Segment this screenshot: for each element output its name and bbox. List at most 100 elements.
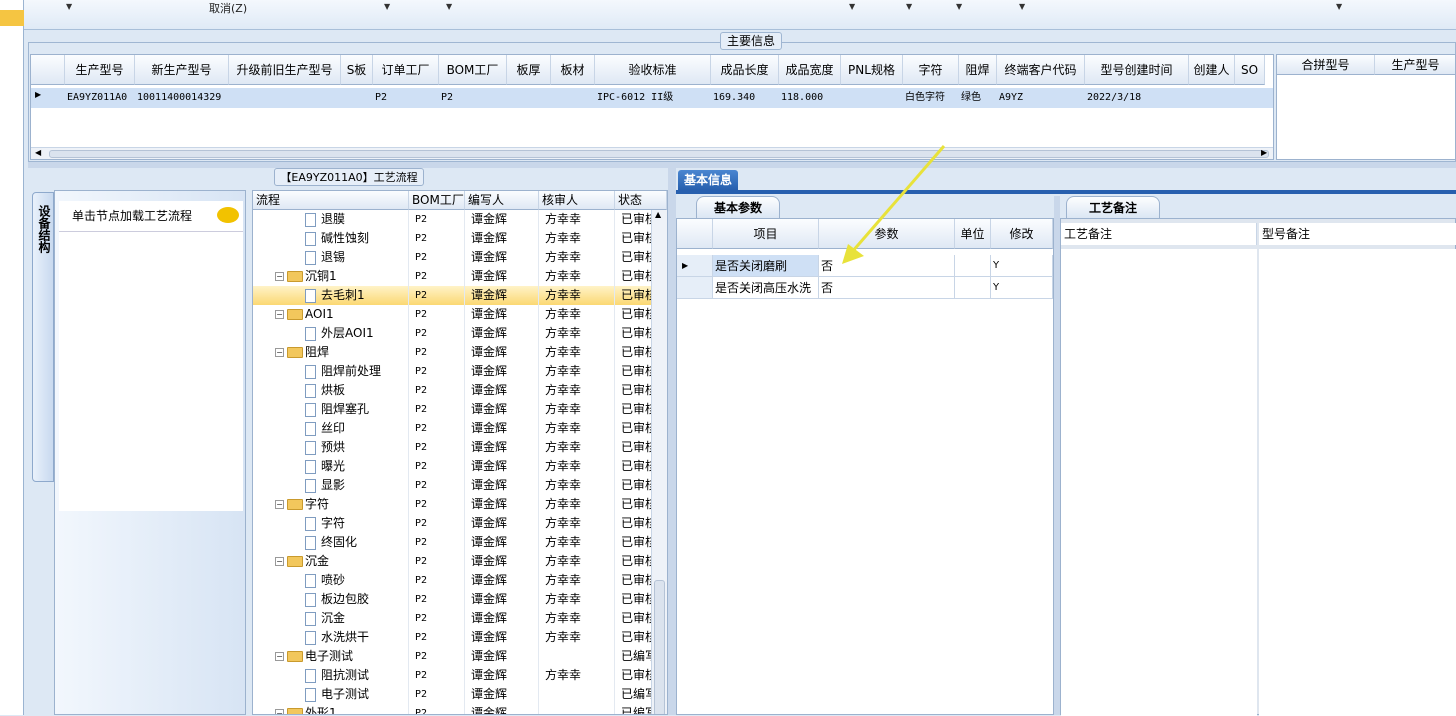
grid-cell[interactable]: 绿色 bbox=[961, 88, 997, 107]
tree-row[interactable]: 去毛刺1 P2 谭金辉 方幸幸 已审核 bbox=[253, 286, 667, 305]
tree-row[interactable]: 曝光 P2 谭金辉 方幸幸 已审核 bbox=[253, 457, 667, 476]
grid-cell[interactable]: 10011400014329 bbox=[137, 88, 229, 107]
dropdown-arrow-icon[interactable]: ▼ bbox=[1336, 2, 1342, 11]
scroll-right-icon[interactable]: ▶ bbox=[1261, 148, 1267, 157]
process-remark-textarea[interactable] bbox=[1061, 249, 1257, 716]
tree-row[interactable]: − 沉金 P2 谭金辉 方幸幸 已审核 bbox=[253, 552, 667, 571]
grid-cell[interactable] bbox=[1237, 88, 1265, 107]
grid-cell[interactable] bbox=[553, 88, 595, 107]
tree-row[interactable]: 水洗烘干 P2 谭金辉 方幸幸 已审核 bbox=[253, 628, 667, 647]
col-header[interactable]: 型号创建时间 bbox=[1085, 55, 1189, 85]
col-header[interactable]: 单位 bbox=[955, 219, 991, 249]
process-flow-tree[interactable]: 流程 BOM工厂 编写人 核审人 状态 退膜 P2 谭金辉 方幸幸 已审核 碱性蚀刻 P2 谭金辉 方幸… bbox=[252, 190, 668, 715]
main-grid-row[interactable]: ▶ EA9YZ011A0 10011400014329 P2 P2 IPC-6012 I… bbox=[31, 88, 1273, 108]
dropdown-arrow-icon[interactable]: ▼ bbox=[384, 2, 390, 11]
col-header[interactable]: 升级前旧生产型号 bbox=[229, 55, 341, 85]
scroll-up-icon[interactable]: ▲ bbox=[655, 210, 661, 219]
merge-model-grid[interactable]: 合拼型号 生产型号 bbox=[1276, 54, 1456, 160]
tree-row[interactable]: 退锡 P2 谭金辉 方幸幸 已审核 bbox=[253, 248, 667, 267]
collapse-icon[interactable]: − bbox=[275, 310, 284, 319]
tab-process-remarks[interactable]: 工艺备注 bbox=[1066, 196, 1160, 218]
tree-row[interactable]: 字符 P2 谭金辉 方幸幸 已审核 bbox=[253, 514, 667, 533]
scroll-left-icon[interactable]: ◀ bbox=[35, 148, 41, 157]
dropdown-arrow-icon[interactable]: ▼ bbox=[849, 2, 855, 11]
tree-row[interactable]: 显影 P2 谭金辉 方幸幸 已审核 bbox=[253, 476, 667, 495]
grid-cell[interactable]: A9YZ bbox=[999, 88, 1085, 107]
tree-row[interactable]: 沉金 P2 谭金辉 方幸幸 已审核 bbox=[253, 609, 667, 628]
col-header[interactable]: 状态 bbox=[615, 191, 667, 210]
model-remark-textarea[interactable] bbox=[1259, 249, 1456, 716]
col-header[interactable]: 创建人 bbox=[1189, 55, 1235, 85]
col-header[interactable]: SO bbox=[1235, 55, 1265, 85]
grid-cell[interactable]: P2 bbox=[375, 88, 439, 107]
tree-row[interactable]: − AOI1 P2 谭金辉 方幸幸 已审核 bbox=[253, 305, 667, 324]
grid-cell[interactable]: 169.340 bbox=[713, 88, 779, 107]
col-header[interactable]: S板 bbox=[341, 55, 373, 85]
tree-row[interactable]: 烘板 P2 谭金辉 方幸幸 已审核 bbox=[253, 381, 667, 400]
col-header[interactable]: 核审人 bbox=[539, 191, 615, 210]
tab-device-structure[interactable]: 设备结构 bbox=[32, 192, 54, 482]
tree-row[interactable]: 碱性蚀刻 P2 谭金辉 方幸幸 已审核 bbox=[253, 229, 667, 248]
col-header[interactable]: 验收标准 bbox=[595, 55, 711, 85]
grid-cell[interactable]: 118.000 bbox=[781, 88, 841, 107]
tree-row[interactable]: − 字符 P2 谭金辉 方幸幸 已审核 bbox=[253, 495, 667, 514]
horizontal-scrollbar[interactable]: ◀ ▶ bbox=[31, 147, 1273, 159]
tree-row[interactable]: 预烘 P2 谭金辉 方幸幸 已审核 bbox=[253, 438, 667, 457]
col-header[interactable]: BOM工厂 bbox=[439, 55, 507, 85]
col-header[interactable]: 新生产型号 bbox=[135, 55, 229, 85]
col-header[interactable]: 编写人 bbox=[465, 191, 539, 210]
tree-row[interactable]: 终固化 P2 谭金辉 方幸幸 已审核 bbox=[253, 533, 667, 552]
grid-cell[interactable] bbox=[231, 88, 341, 107]
col-header[interactable]: PNL规格 bbox=[841, 55, 903, 85]
grid-cell[interactable]: 白色字符 bbox=[905, 88, 959, 107]
col-header[interactable]: 成品宽度 bbox=[779, 55, 841, 85]
col-header[interactable]: 修改 bbox=[991, 219, 1053, 249]
tree-row[interactable]: 退膜 P2 谭金辉 方幸幸 已审核 bbox=[253, 210, 667, 229]
col-header[interactable]: 板厚 bbox=[507, 55, 551, 85]
col-header[interactable]: 终端客户代码 bbox=[997, 55, 1085, 85]
col-header[interactable]: 成品长度 bbox=[711, 55, 779, 85]
collapse-icon[interactable]: − bbox=[275, 557, 284, 566]
tree-row[interactable]: 喷砂 P2 谭金辉 方幸幸 已审核 bbox=[253, 571, 667, 590]
tree-row[interactable]: − 沉铜1 P2 谭金辉 方幸幸 已审核 bbox=[253, 267, 667, 286]
grid-cell[interactable] bbox=[343, 88, 373, 107]
col-header[interactable]: 订单工厂 bbox=[373, 55, 439, 85]
collapse-icon[interactable]: − bbox=[275, 272, 284, 281]
col-header[interactable]: BOM工厂 bbox=[409, 191, 465, 210]
scrollbar-thumb[interactable] bbox=[654, 580, 665, 714]
collapse-icon[interactable]: − bbox=[275, 652, 284, 661]
tree-row[interactable]: 电子测试 P2 谭金辉 已编写 bbox=[253, 685, 667, 704]
col-header[interactable]: 板材 bbox=[551, 55, 595, 85]
device-tree[interactable] bbox=[59, 231, 243, 511]
tree-row[interactable]: 阻抗测试 P2 谭金辉 方幸幸 已审核 bbox=[253, 666, 667, 685]
cancel-button[interactable]: 取消(Z) bbox=[209, 0, 247, 16]
dropdown-arrow-icon[interactable]: ▼ bbox=[446, 2, 452, 11]
vertical-splitter[interactable] bbox=[668, 168, 676, 715]
tree-row[interactable]: 板边包胶 P2 谭金辉 方幸幸 已审核 bbox=[253, 590, 667, 609]
tree-row[interactable]: 丝印 P2 谭金辉 方幸幸 已审核 bbox=[253, 419, 667, 438]
col-header[interactable]: 生产型号 bbox=[65, 55, 135, 85]
grid-cell[interactable] bbox=[509, 88, 551, 107]
col-header[interactable]: 生产型号 bbox=[1375, 55, 1455, 75]
param-param[interactable]: 否 bbox=[819, 277, 955, 299]
grid-cell[interactable]: 2022/3/18 bbox=[1087, 88, 1189, 107]
basic-params-grid[interactable]: 项目 参数 单位 修改 ▶ 是否关闭磨刷否 Y 是否关闭高压水洗否 Y bbox=[676, 218, 1054, 715]
tree-row[interactable]: − 阻焊 P2 谭金辉 方幸幸 已审核 bbox=[253, 343, 667, 362]
tree-row[interactable]: 阻焊塞孔 P2 谭金辉 方幸幸 已审核 bbox=[253, 400, 667, 419]
dropdown-arrow-icon[interactable]: ▼ bbox=[66, 2, 72, 11]
grid-cell[interactable]: IPC-6012 II级 bbox=[597, 88, 711, 107]
collapse-icon[interactable]: − bbox=[275, 348, 284, 357]
tree-row[interactable]: − 电子测试 P2 谭金辉 已编写 bbox=[253, 647, 667, 666]
horizontal-splitter[interactable] bbox=[28, 162, 1456, 168]
grid-cell[interactable]: P2 bbox=[441, 88, 507, 107]
col-header[interactable]: 项目 bbox=[713, 219, 819, 249]
col-header[interactable]: 流程 bbox=[253, 191, 409, 210]
tree-row[interactable]: 外层AOI1 P2 谭金辉 方幸幸 已审核 bbox=[253, 324, 667, 343]
main-info-grid[interactable]: 生产型号 新生产型号 升级前旧生产型号 S板 订单工厂 BOM工厂 板厚 板材 验收标准 成品长度… bbox=[30, 54, 1274, 160]
tree-row[interactable]: 阻焊前处理 P2 谭金辉 方幸幸 已审核 bbox=[253, 362, 667, 381]
grid-cell[interactable] bbox=[1191, 88, 1235, 107]
dropdown-arrow-icon[interactable]: ▼ bbox=[956, 2, 962, 11]
tab-basic-params[interactable]: 基本参数 bbox=[696, 196, 780, 218]
scrollbar-thumb[interactable] bbox=[49, 150, 1269, 158]
collapse-icon[interactable]: − bbox=[275, 500, 284, 509]
